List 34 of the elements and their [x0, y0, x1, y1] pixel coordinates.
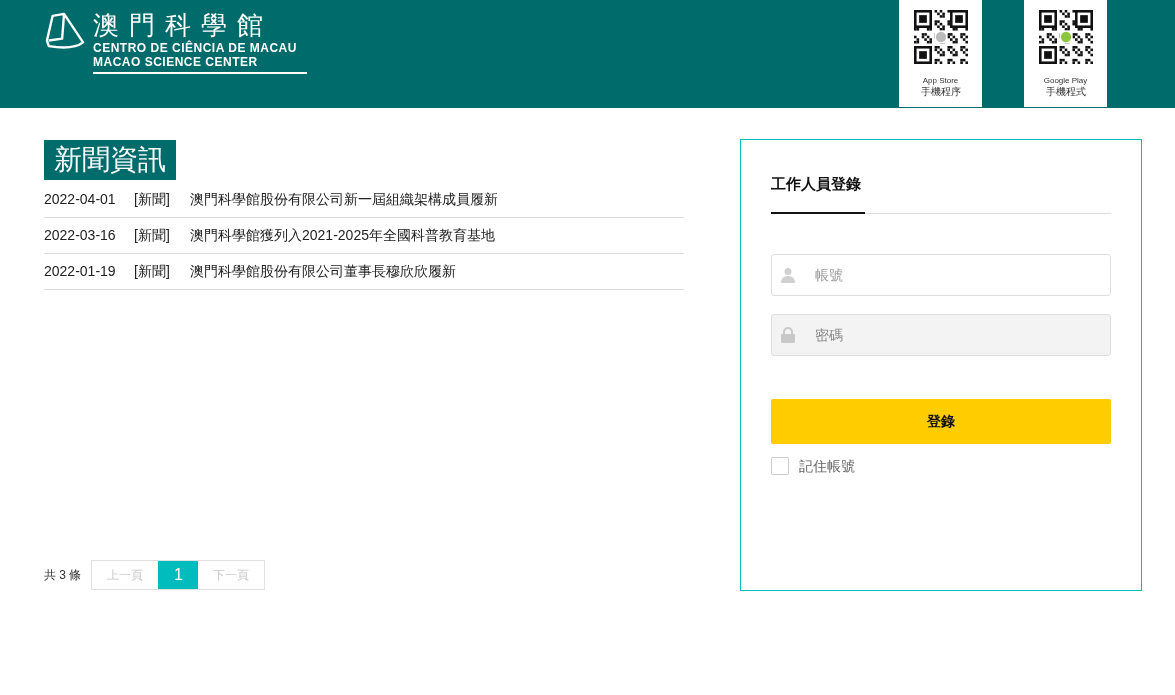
news-title: 澳門科學館股份有限公司董事長穆欣欣履新: [190, 262, 456, 281]
logo-subtitle: MACAO SCIENCE CENTER: [93, 55, 307, 74]
app-qr-card[interactable]: Google Play 手機程式: [1024, 0, 1107, 107]
store-name: App Store: [922, 76, 959, 86]
logo-icon: [45, 12, 85, 50]
store-caption: 手機程序: [920, 86, 961, 98]
news-category: [新聞]: [134, 226, 171, 245]
app-qr-card[interactable]: App Store 手機程序: [899, 0, 982, 107]
password-field[interactable]: 密碼: [771, 313, 1111, 356]
username-field[interactable]: 帳號: [771, 253, 1111, 296]
total-count: 共 3 條: [44, 567, 82, 584]
news-item[interactable]: 2022-04-01 [新聞] 澳門科學館股份有限公司新一屆組織架構成員履新: [44, 182, 684, 218]
login-button[interactable]: 登錄: [771, 398, 1111, 444]
remember-checkbox[interactable]: [771, 457, 789, 475]
news-title: 澳門科學館股份有限公司新一屆組織架構成員履新: [190, 190, 498, 209]
news-date: 2022-03-16: [44, 226, 117, 245]
qr-code-icon: [913, 10, 968, 64]
logo-title: 澳門科學館: [93, 10, 274, 40]
user-icon: [780, 266, 796, 283]
news-category: [新聞]: [134, 190, 171, 209]
remember-label: 記住帳號: [799, 456, 855, 476]
news-category: [新聞]: [134, 262, 171, 281]
news-item[interactable]: 2022-01-19 [新聞] 澳門科學館股份有限公司董事長穆欣欣履新: [44, 254, 684, 290]
qr-code-icon: [1038, 10, 1093, 64]
news-title: 澳門科學館獲列入2021-2025年全國科普教育基地: [190, 226, 495, 245]
news-item[interactable]: 2022-03-16 [新聞] 澳門科學館獲列入2021-2025年全國科普教育基地: [44, 218, 684, 254]
store-caption: 手機程式: [1045, 86, 1086, 98]
news-date: 2022-01-19: [44, 262, 117, 281]
section-heading: 新聞資訊: [44, 140, 176, 180]
login-tab[interactable]: 工作人員登錄: [771, 173, 865, 214]
lock-icon: [780, 326, 796, 343]
store-name: Google Play: [1043, 76, 1088, 86]
news-date: 2022-04-01: [44, 190, 117, 209]
logo-subtitle: CENTRO DE CIÊNCIA DE MACAU: [93, 41, 298, 55]
